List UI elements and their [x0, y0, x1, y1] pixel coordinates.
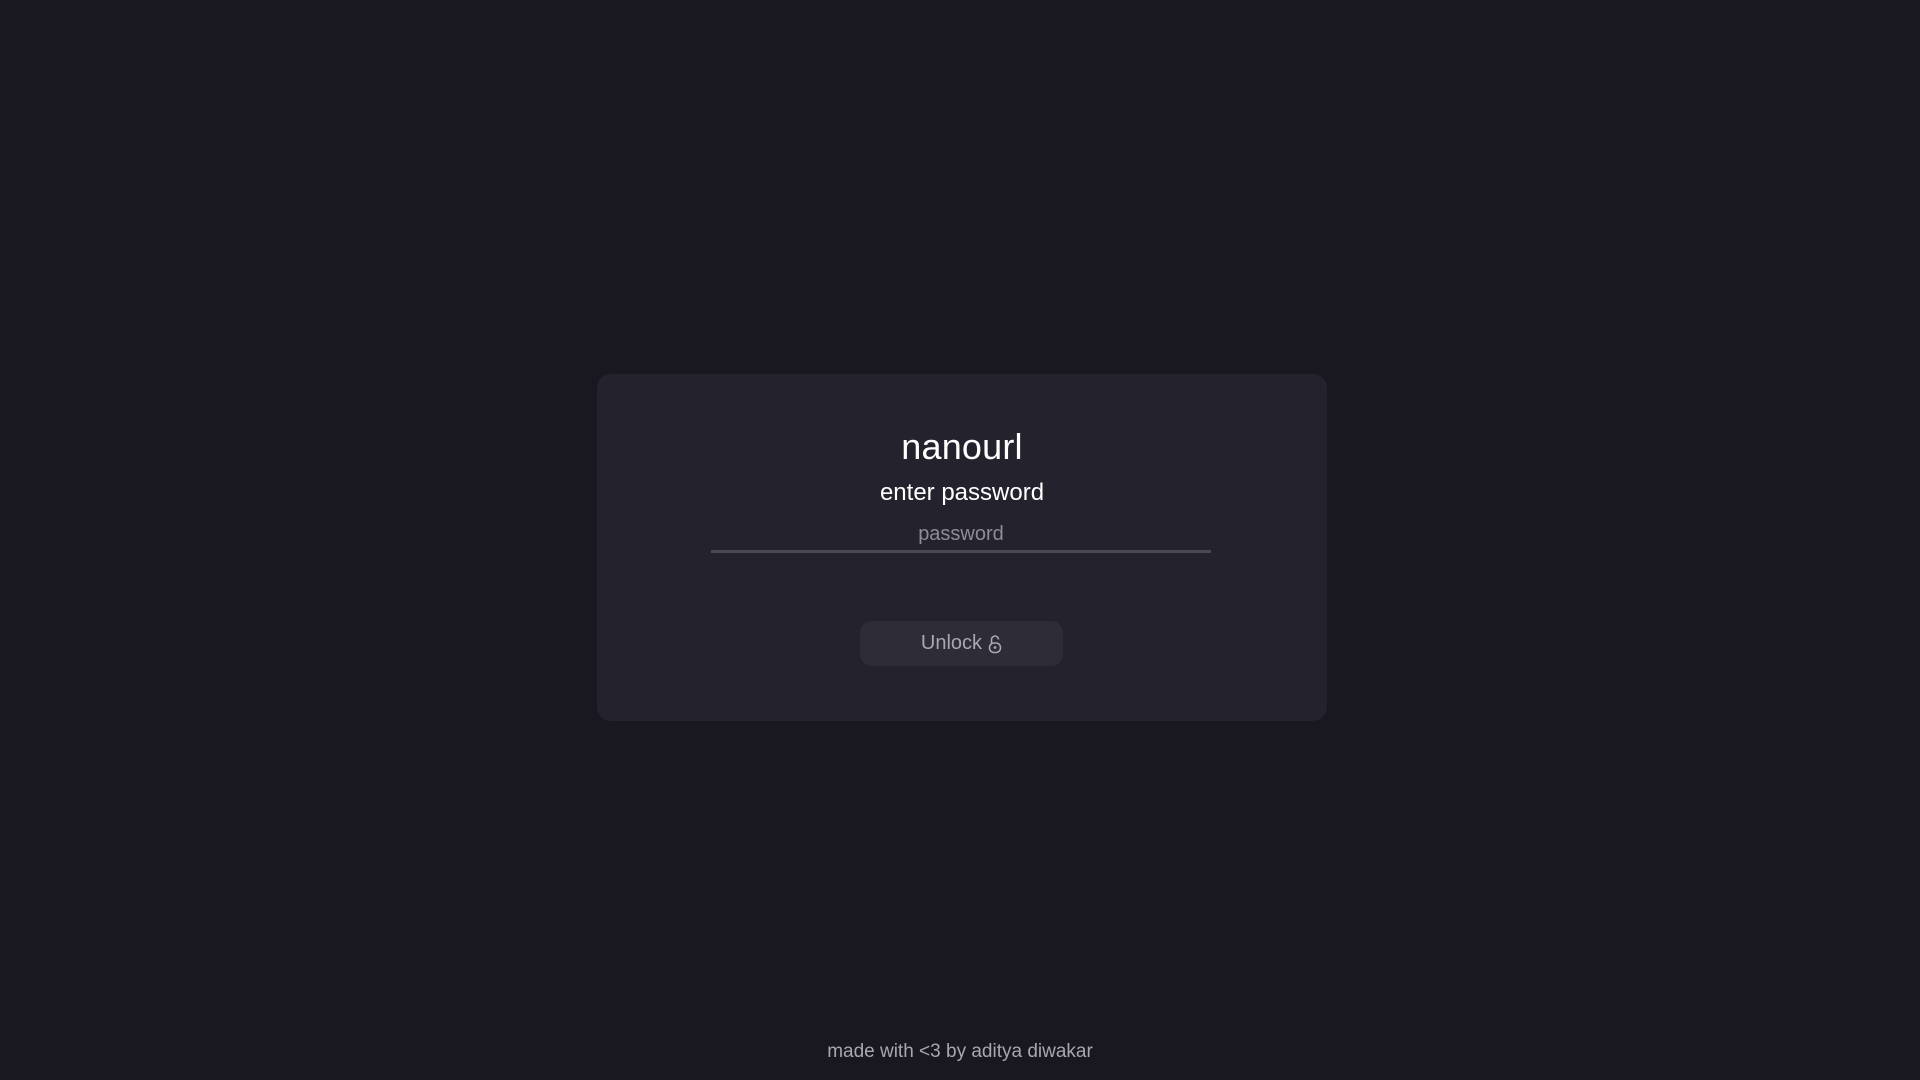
footer-credit: made with <3 by aditya diwakar	[827, 1041, 1093, 1062]
page-subtitle: enter password	[879, 479, 1045, 506]
login-page: nanourl enter password Unlock made with …	[0, 0, 1920, 1080]
unlock-button[interactable]: Unlock	[860, 621, 1063, 666]
app-title: nanourl	[901, 426, 1023, 467]
unlock-card: nanourl enter password Unlock	[597, 374, 1327, 721]
password-input[interactable]	[711, 523, 1211, 553]
unlock-button-label: Unlock	[920, 632, 983, 654]
unlock-icon	[988, 634, 1002, 654]
